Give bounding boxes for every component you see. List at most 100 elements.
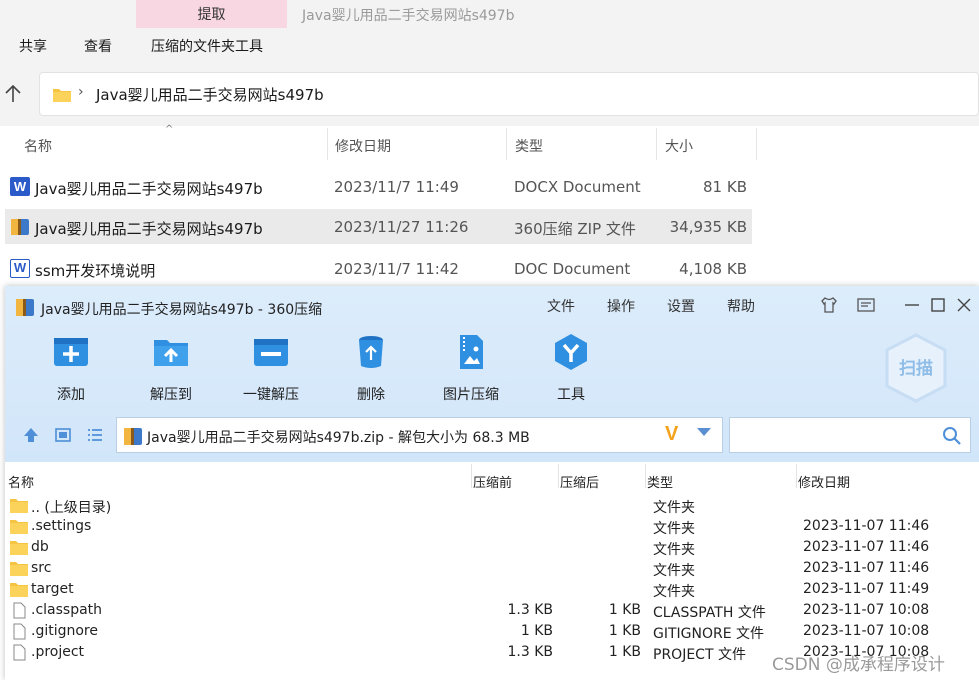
recycle-bin-icon: [359, 336, 383, 368]
folder-icon: [10, 541, 28, 555]
address-bar[interactable]: › Java婴儿用品二手交易网站s497b: [39, 72, 979, 116]
column-divider: [796, 464, 797, 488]
delete-label: 删除: [357, 387, 385, 403]
one-click-extract-label: 一键解压: [243, 387, 299, 403]
maximize-icon[interactable]: [927, 294, 949, 316]
zip-column-date[interactable]: 修改日期: [798, 472, 850, 491]
up-level-icon[interactable]: [22, 426, 40, 444]
zip-row[interactable]: .settings 文件夹 2023-11-07 11:46: [5, 516, 979, 537]
zip-archive-icon: [124, 428, 142, 445]
tools-label: 工具: [557, 387, 585, 403]
zip-row-type: CLASSPATH 文件: [653, 605, 766, 621]
extract-folder-icon: [154, 340, 188, 366]
zip-row-type: PROJECT 文件: [653, 647, 746, 663]
zip-row[interactable]: .classpath 1.3 KB 1 KB CLASSPATH 文件 2023…: [5, 600, 979, 621]
folder-icon: [10, 520, 28, 534]
file-date: 2023/11/7 11:49: [334, 178, 459, 196]
column-header-size[interactable]: 大小: [657, 128, 757, 160]
tab-extract[interactable]: 提取: [136, 0, 287, 28]
zip-menu-settings[interactable]: 设置: [667, 296, 695, 316]
zip-row-name: target: [31, 581, 74, 597]
zip-menu-help[interactable]: 帮助: [727, 296, 755, 316]
file-row[interactable]: W Java婴儿用品二手交易网站s497b 2023/11/7 11:49 DO…: [5, 169, 752, 204]
zip-column-before[interactable]: 压缩前: [473, 472, 512, 491]
zip-window: Java婴儿用品二手交易网站s497b - 360压缩 文件 操作 设置 帮助 …: [5, 286, 979, 680]
extract-to-button[interactable]: 解压到: [126, 332, 216, 403]
zip-row-date: 2023-11-07 10:08: [803, 623, 930, 639]
zip-menu-file[interactable]: 文件: [547, 296, 575, 316]
word-doc-icon: W: [10, 177, 30, 196]
zip-row-date: 2023-11-07 11:46: [803, 539, 930, 555]
file-name: ssm开发环境说明: [35, 262, 156, 280]
ribbon-window-title: Java婴儿用品二手交易网站s497b: [302, 8, 515, 24]
menu-share[interactable]: 共享: [19, 36, 47, 56]
zip-row[interactable]: db 文件夹 2023-11-07 11:46: [5, 537, 979, 558]
folder-icon: [10, 583, 28, 597]
file-name: Java婴儿用品二手交易网站s497b: [35, 180, 263, 198]
file-row[interactable]: W ssm开发环境说明 2023/11/7 11:42 DOC Document…: [5, 251, 752, 286]
zip-path-bar[interactable]: Java婴儿用品二手交易网站s497b.zip - 解包大小为 68.3 MB …: [116, 417, 723, 453]
zip-row-size-after: 1 KB: [608, 623, 641, 639]
extract-to-label: 解压到: [150, 387, 192, 403]
search-icon[interactable]: [942, 426, 962, 446]
file-type: 360压缩 ZIP 文件: [514, 220, 636, 238]
zip-row-name: .. (上级目录): [31, 500, 112, 516]
ribbon-menu: 共享 查看 压缩的文件夹工具: [0, 28, 979, 64]
breadcrumb-chevron-icon: ›: [78, 84, 84, 100]
file-icon: [13, 602, 26, 619]
add-button[interactable]: 添加: [26, 332, 116, 403]
zip-row-date: 2023-11-07 10:08: [803, 602, 930, 618]
close-icon[interactable]: [953, 294, 975, 316]
watermark: CSDN @成承程序设计: [772, 655, 945, 675]
tools-button[interactable]: 工具: [526, 332, 616, 403]
minimize-icon[interactable]: [901, 294, 923, 316]
up-arrow-icon[interactable]: [4, 84, 22, 104]
file-type: DOCX Document: [514, 178, 641, 196]
zip-row[interactable]: .. (上级目录) 文件夹: [5, 495, 979, 516]
zip-column-type[interactable]: 类型: [647, 472, 673, 491]
file-size: 81 KB: [703, 178, 747, 196]
add-icon: [54, 338, 88, 366]
image-compress-button[interactable]: 图片压缩: [426, 332, 516, 403]
zip-row-size-after: 1 KB: [608, 602, 641, 618]
zip-search-input[interactable]: [729, 417, 971, 453]
scan-label: 扫描: [899, 358, 933, 379]
menu-view[interactable]: 查看: [84, 36, 112, 56]
zip-menu-operate[interactable]: 操作: [607, 296, 635, 316]
feedback-icon[interactable]: [855, 294, 877, 316]
column-header-type[interactable]: 类型: [507, 128, 657, 160]
delete-button[interactable]: 删除: [326, 332, 416, 403]
file-icon: [13, 644, 26, 661]
zip-column-after[interactable]: 压缩后: [560, 472, 599, 491]
list-view-icon[interactable]: [86, 426, 104, 444]
one-click-extract-button[interactable]: 一键解压: [226, 332, 316, 403]
zip-row-date: 2023-11-07 11:46: [803, 518, 930, 534]
zip-row[interactable]: .gitignore 1 KB 1 KB GITIGNORE 文件 2023-1…: [5, 621, 979, 642]
file-row-selected[interactable]: Java婴儿用品二手交易网站s497b 2023/11/27 11:26 360…: [5, 209, 752, 244]
thumbnail-view-icon[interactable]: [54, 426, 72, 444]
one-click-extract-icon: [254, 339, 288, 366]
verified-v-icon: V: [665, 423, 679, 445]
zip-row-name: .project: [31, 644, 85, 660]
column-divider: [558, 464, 559, 488]
skin-shirt-icon[interactable]: [818, 294, 840, 316]
zip-row-name: db: [31, 539, 49, 555]
path-dropdown-icon[interactable]: [697, 428, 711, 436]
zip-row-type: GITIGNORE 文件: [653, 626, 765, 642]
zip-column-name[interactable]: 名称: [8, 472, 34, 491]
scan-shield-icon[interactable]: 扫描: [883, 332, 949, 404]
zip-archive-icon: [11, 219, 29, 235]
column-divider: [645, 464, 646, 488]
menu-compressed-folder-tools[interactable]: 压缩的文件夹工具: [151, 36, 263, 56]
zip-row-date: 2023-11-07 11:49: [803, 581, 930, 597]
zip-row[interactable]: src 文件夹 2023-11-07 11:46: [5, 558, 979, 579]
zip-row[interactable]: target 文件夹 2023-11-07 11:49: [5, 579, 979, 600]
file-icon: [13, 623, 26, 640]
zip-row-type: 文件夹: [653, 500, 695, 516]
image-compress-icon: [460, 335, 483, 369]
folder-icon: [10, 499, 28, 513]
file-date: 2023/11/7 11:42: [334, 260, 459, 278]
zip-row-type: 文件夹: [653, 521, 695, 537]
zip-row-name: .gitignore: [31, 623, 98, 639]
column-header-date[interactable]: 修改日期: [327, 128, 507, 160]
